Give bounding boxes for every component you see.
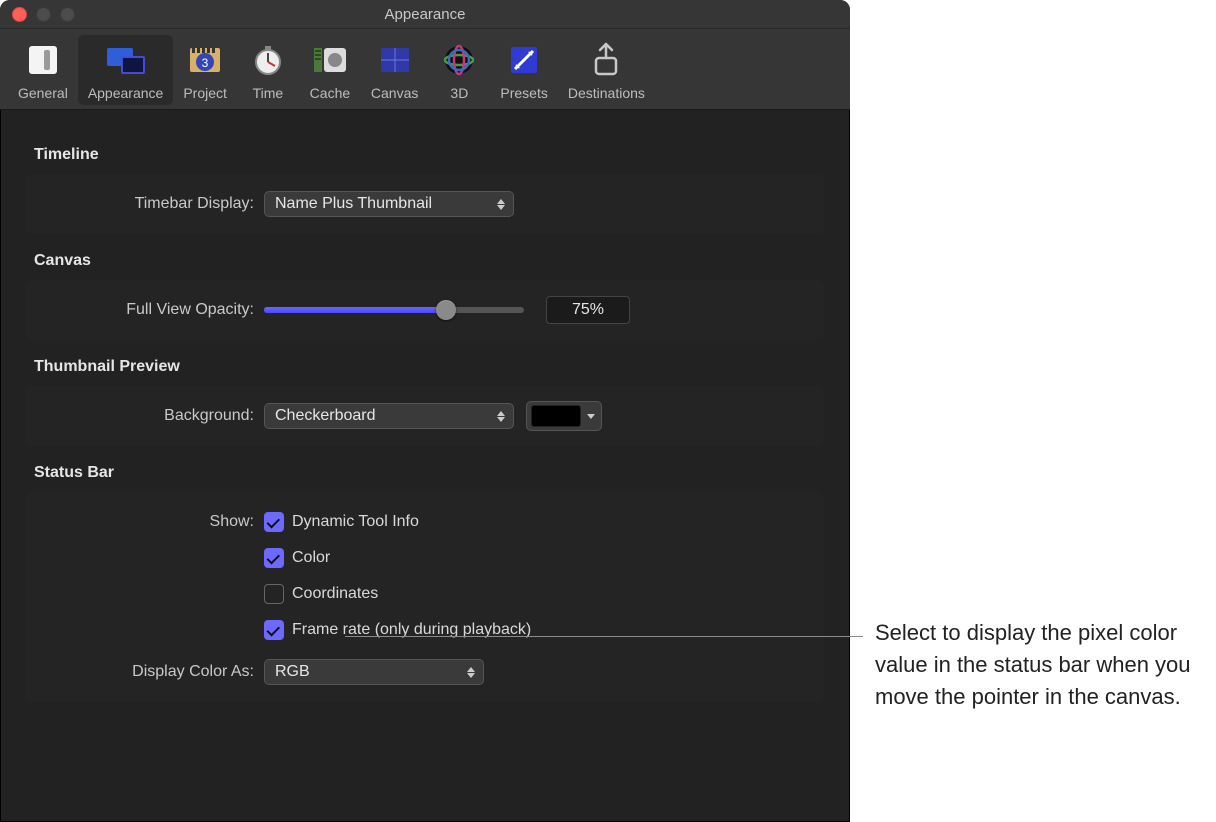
tab-time-label: Time (253, 85, 284, 101)
3d-icon (438, 39, 480, 81)
window-controls (12, 7, 75, 22)
dynamic-tool-info-label: Dynamic Tool Info (292, 513, 419, 531)
checkbox-icon (264, 620, 284, 640)
close-window-button[interactable] (12, 7, 27, 22)
dynamic-tool-info-checkbox[interactable]: Dynamic Tool Info (264, 512, 419, 532)
section-statusbar-title: Status Bar (34, 464, 824, 482)
section-canvas-title: Canvas (34, 252, 824, 270)
tab-presets-label: Presets (500, 85, 547, 101)
tab-project-label: Project (183, 85, 227, 101)
background-select[interactable]: Checkerboard (264, 403, 514, 429)
window-title: Appearance (385, 6, 466, 23)
slider-fill (264, 307, 446, 313)
tab-appearance[interactable]: Appearance (78, 35, 174, 105)
slider-knob[interactable] (436, 300, 456, 320)
preferences-window: Appearance General Appearance 3 Project (0, 0, 850, 822)
tab-appearance-label: Appearance (88, 85, 164, 101)
section-thumbnail: Background: Checkerboard (26, 386, 824, 446)
cache-icon (309, 39, 351, 81)
timebar-display-value: Name Plus Thumbnail (275, 195, 432, 213)
color-swatch (531, 405, 581, 427)
preferences-toolbar: General Appearance 3 Project Time Cache (0, 29, 850, 110)
full-view-opacity-label: Full View Opacity: (44, 301, 264, 319)
full-view-opacity-value[interactable]: 75% (546, 296, 630, 324)
tab-destinations-label: Destinations (568, 85, 645, 101)
callout-leader-line (345, 636, 863, 637)
color-checkbox[interactable]: Color (264, 548, 330, 568)
section-statusbar: Show: Dynamic Tool Info Color Coordinate… (26, 492, 824, 702)
full-view-opacity-slider[interactable] (264, 307, 524, 313)
project-icon: 3 (184, 39, 226, 81)
coordinates-checkbox[interactable]: Coordinates (264, 584, 378, 604)
titlebar: Appearance (0, 0, 850, 29)
appearance-icon (105, 39, 147, 81)
tab-time[interactable]: Time (237, 35, 299, 105)
tab-destinations[interactable]: Destinations (558, 35, 655, 105)
preferences-content: Timeline Timebar Display: Name Plus Thum… (0, 110, 850, 732)
coordinates-label: Coordinates (292, 585, 378, 603)
section-timeline: Timebar Display: Name Plus Thumbnail (26, 174, 824, 234)
tab-canvas[interactable]: Canvas (361, 35, 428, 105)
checkbox-icon (264, 512, 284, 532)
tab-canvas-label: Canvas (371, 85, 418, 101)
destinations-icon (585, 39, 627, 81)
tab-cache-label: Cache (310, 85, 350, 101)
updown-icon (497, 199, 505, 210)
timebar-display-select[interactable]: Name Plus Thumbnail (264, 191, 514, 217)
show-label: Show: (44, 513, 264, 531)
tab-general-label: General (18, 85, 68, 101)
display-color-as-label: Display Color As: (44, 663, 264, 681)
color-label: Color (292, 549, 330, 567)
timebar-display-label: Timebar Display: (44, 195, 264, 213)
background-value: Checkerboard (275, 407, 376, 425)
presets-icon (503, 39, 545, 81)
svg-text:3: 3 (202, 56, 209, 70)
tab-cache[interactable]: Cache (299, 35, 361, 105)
chevron-down-icon (587, 414, 595, 419)
tab-3d-label: 3D (450, 85, 468, 101)
tab-presets[interactable]: Presets (490, 35, 557, 105)
section-canvas: Full View Opacity: 75% (26, 280, 824, 340)
checkbox-icon (264, 548, 284, 568)
tab-general[interactable]: General (8, 35, 78, 105)
display-color-as-value: RGB (275, 663, 310, 681)
section-thumbnail-title: Thumbnail Preview (34, 358, 824, 376)
display-color-as-select[interactable]: RGB (264, 659, 484, 685)
background-color-well[interactable] (526, 401, 602, 431)
section-timeline-title: Timeline (34, 146, 824, 164)
canvas-icon (374, 39, 416, 81)
updown-icon (467, 667, 475, 678)
zoom-window-button[interactable] (60, 7, 75, 22)
tab-3d[interactable]: 3D (428, 35, 490, 105)
background-label: Background: (44, 407, 264, 425)
general-icon (22, 39, 64, 81)
checkbox-icon (264, 584, 284, 604)
tab-project[interactable]: 3 Project (173, 35, 237, 105)
time-icon (247, 39, 289, 81)
frame-rate-checkbox[interactable]: Frame rate (only during playback) (264, 620, 531, 640)
updown-icon (497, 411, 505, 422)
callout-text: Select to display the pixel color value … (875, 617, 1195, 713)
minimize-window-button[interactable] (36, 7, 51, 22)
